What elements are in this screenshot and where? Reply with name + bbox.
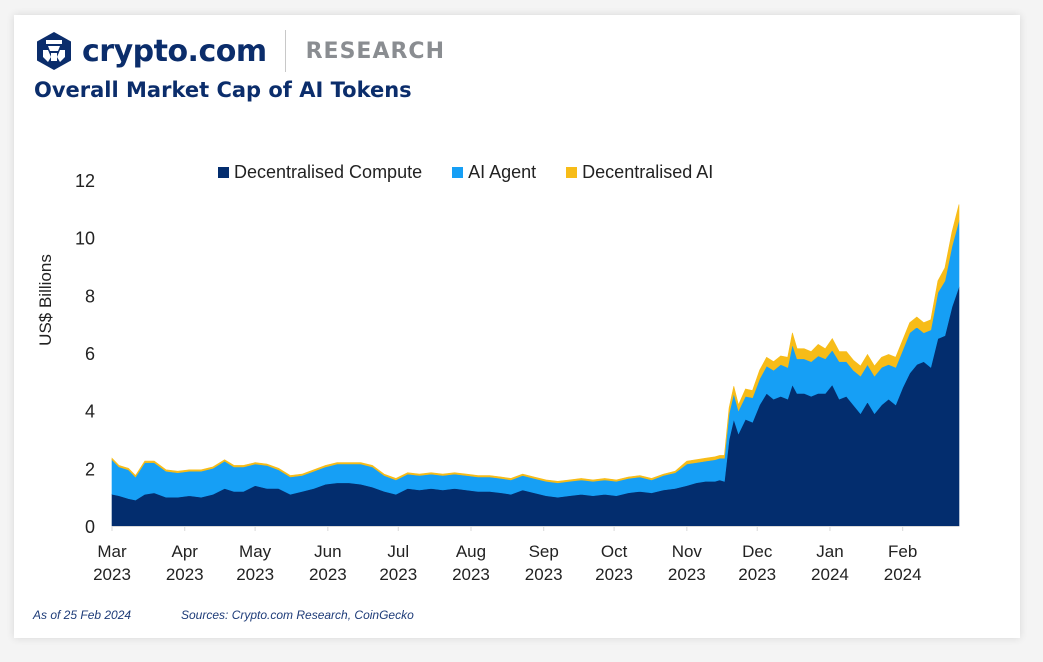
y-tick-label: 12 bbox=[75, 171, 95, 191]
x-tick-label: 2023 bbox=[452, 565, 490, 584]
x-tick-label: Oct bbox=[601, 542, 628, 561]
y-tick-label: 8 bbox=[85, 286, 95, 306]
x-tick-label: 2023 bbox=[93, 565, 131, 584]
x-tick-label: 2023 bbox=[236, 565, 274, 584]
y-tick-label: 0 bbox=[85, 517, 95, 537]
x-tick-label: 2023 bbox=[595, 565, 633, 584]
x-tick-label: 2023 bbox=[309, 565, 347, 584]
x-tick-label: 2024 bbox=[884, 565, 922, 584]
x-tick-label: Mar bbox=[97, 542, 127, 561]
y-tick-label: 4 bbox=[85, 402, 95, 422]
sources-note: Sources: Crypto.com Research, CoinGecko bbox=[181, 608, 414, 622]
x-tick-label: Jan bbox=[816, 542, 843, 561]
x-tick-label: Jul bbox=[387, 542, 409, 561]
y-tick-label: 2 bbox=[85, 459, 95, 479]
x-tick-label: Jun bbox=[314, 542, 341, 561]
x-tick-label: 2023 bbox=[379, 565, 417, 584]
y-tick-label: 10 bbox=[75, 229, 95, 249]
x-tick-label: 2023 bbox=[525, 565, 563, 584]
x-tick-label: May bbox=[239, 542, 272, 561]
x-tick-label: 2024 bbox=[811, 565, 849, 584]
x-tick-label: Dec bbox=[742, 542, 773, 561]
y-tick-label: 6 bbox=[85, 344, 95, 364]
chart-plot: 0 2 4 6 8 10 12 Mar 2023 Apr 2023 May 2023 Jun 2023 Ju… bbox=[75, 171, 960, 584]
as-of-date: As of 25 Feb 2024 bbox=[33, 608, 132, 622]
x-tick-label: Aug bbox=[456, 542, 486, 561]
x-tick-label: Nov bbox=[672, 542, 703, 561]
x-tick-label: Feb bbox=[888, 542, 917, 561]
x-tick-label: 2023 bbox=[166, 565, 204, 584]
x-tick-label: Apr bbox=[171, 542, 198, 561]
x-tick-label: 2023 bbox=[738, 565, 776, 584]
x-tick-label: Sep bbox=[529, 542, 559, 561]
x-tick-label: 2023 bbox=[668, 565, 706, 584]
